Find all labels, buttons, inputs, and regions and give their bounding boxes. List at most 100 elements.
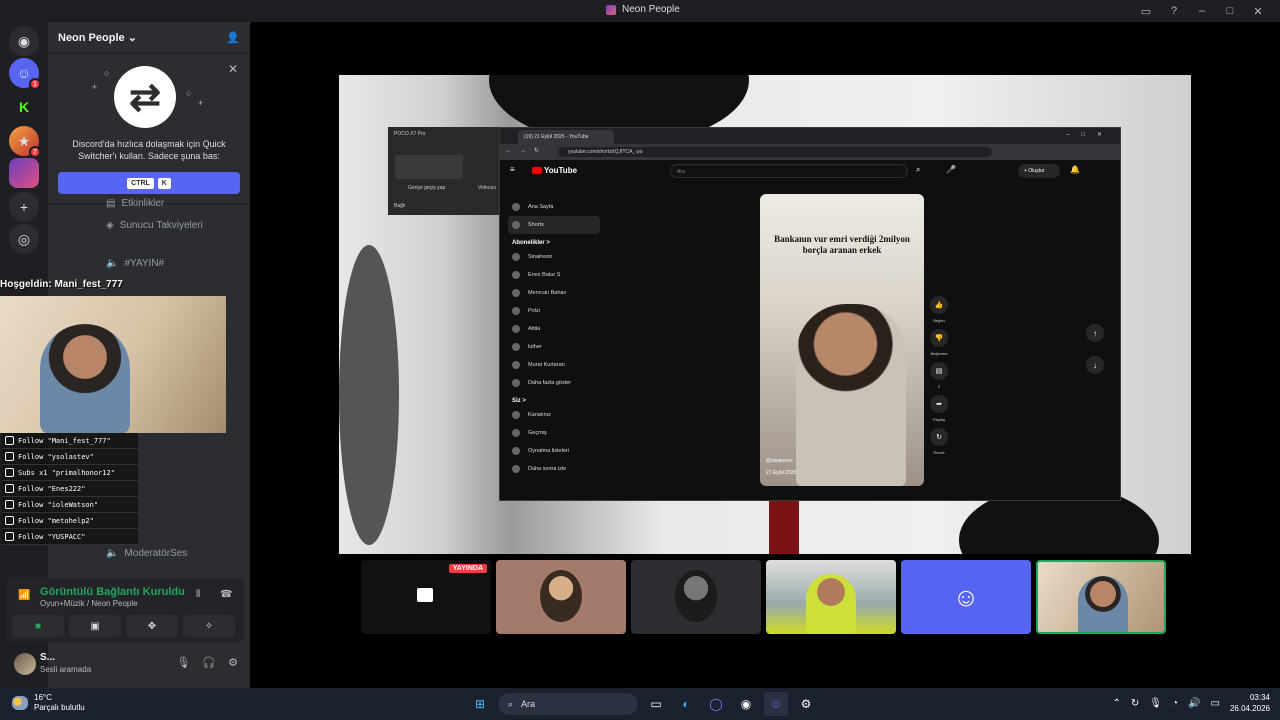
camera-button[interactable]: ■ xyxy=(12,615,64,637)
ink-shape xyxy=(339,245,399,545)
channel-avatar xyxy=(512,289,520,297)
remix-icon[interactable]: ↻ xyxy=(930,428,948,446)
subscription-item[interactable]: Sinaineon xyxy=(508,248,600,266)
voice-status[interactable]: Görüntülü Bağlantı Kuruldu xyxy=(40,586,185,598)
obs-icon[interactable]: ◉ xyxy=(734,692,758,716)
explore-icon[interactable]: ◎ xyxy=(9,224,39,254)
menu-icon[interactable]: ≡ xyxy=(510,165,515,174)
file-explorer-icon[interactable]: ▭ xyxy=(644,692,668,716)
participant-tile[interactable] xyxy=(766,560,896,634)
soundboard-button[interactable]: ✧ xyxy=(183,615,235,637)
screen-share-view[interactable]: POCO X7 Pro Geriye geçiş yap Videoyu Bağ… xyxy=(339,75,1191,554)
short-video-player[interactable]: Bankanın vur emri verdiği 2milyon borçla… xyxy=(760,194,924,486)
steam-icon[interactable]: ⚙ xyxy=(794,692,818,716)
like-icon[interactable]: 👍 xyxy=(930,296,948,314)
share-icon[interactable]: ➦ xyxy=(930,395,948,413)
sidebar-item-shorts[interactable]: Shorts xyxy=(508,216,600,234)
participant-tile-stream[interactable]: YAYINDA xyxy=(361,560,491,634)
nav-arrows-icon[interactable]: ←→↻ xyxy=(506,147,547,154)
tab-bar: (16) 21 Eylül 2025 - YouTube –□✕ xyxy=(500,128,1120,144)
chevron-down-icon: ⌄ xyxy=(127,32,137,44)
server-icon-2[interactable]: ★ 7 xyxy=(9,126,41,158)
participant-camera xyxy=(806,574,856,634)
search-icon[interactable]: ⌕ xyxy=(916,165,920,175)
you-header[interactable]: Siz > xyxy=(508,392,600,406)
disconnect-icon[interactable]: ☎ xyxy=(220,589,232,600)
weather-widget[interactable]: 16°C Parçalı bulutlu xyxy=(12,693,85,713)
follow-alert: Subs x1 "primalhonor12" xyxy=(2,465,138,481)
discord-taskbar-icon[interactable]: ☺ xyxy=(764,692,788,716)
microphone-icon[interactable]: 🎙 xyxy=(176,656,190,669)
kick-server-icon[interactable]: K xyxy=(9,92,39,122)
dislike-icon[interactable]: 👎 xyxy=(930,329,948,347)
search-input[interactable]: Ara xyxy=(670,164,908,178)
noise-suppression-icon[interactable]: ⫴ xyxy=(196,589,200,600)
volume-icon[interactable]: 🔊 xyxy=(1188,698,1200,709)
sidebar-item-home[interactable]: Ana Sayfa xyxy=(508,198,600,216)
subscription-item[interactable]: Attila xyxy=(508,320,600,338)
participant-tile[interactable] xyxy=(631,560,761,634)
bell-icon[interactable]: 🔔 xyxy=(1070,165,1080,174)
invite-icon[interactable]: 👤 xyxy=(226,31,240,44)
subscription-item[interactable]: Mervcan Bahav xyxy=(508,284,600,302)
close-button[interactable]: ✕ xyxy=(1244,2,1272,20)
heart-icon xyxy=(5,532,14,541)
minimize-button[interactable]: – xyxy=(1188,2,1216,20)
youtube-logo[interactable]: YouTube xyxy=(532,166,577,175)
channel-avatar xyxy=(512,325,520,333)
close-icon[interactable]: ✕ xyxy=(228,62,238,76)
subscription-item[interactable]: Polzi xyxy=(508,302,600,320)
browser-window[interactable]: (16) 21 Eylül 2025 - YouTube –□✕ ←→↻ you… xyxy=(499,127,1121,501)
screen-share-button[interactable]: ▣ xyxy=(69,615,121,637)
phone-mirror-window[interactable]: POCO X7 Pro Geriye geçiş yap Videoyu Bağ… xyxy=(388,127,500,215)
browser-window-controls[interactable]: –□✕ xyxy=(1066,131,1114,138)
settings-gear-icon[interactable]: ⚙ xyxy=(228,656,238,669)
quick-switcher-shortcut[interactable]: CTRL K xyxy=(58,172,240,194)
server-header[interactable]: Neon People ⌄ 👤 xyxy=(48,22,250,54)
browser-tab[interactable]: (16) 21 Eylül 2025 - YouTube xyxy=(518,130,614,144)
sidebar-item-playlists[interactable]: Oynatma listeleri xyxy=(508,442,600,460)
back-button[interactable] xyxy=(395,155,463,179)
server-icon-neon-people[interactable] xyxy=(9,158,39,188)
activities-button[interactable]: ✥ xyxy=(126,615,178,637)
maximize-button[interactable]: □ xyxy=(1216,2,1244,20)
sidebar-item-channel[interactable]: Kanalınız xyxy=(508,406,600,424)
headphones-icon[interactable]: 🎧 xyxy=(202,656,216,669)
arrow-up-icon[interactable]: ↑ xyxy=(1086,324,1104,342)
user-name[interactable]: S... xyxy=(40,652,55,663)
participant-tile[interactable]: ☺ xyxy=(901,560,1031,634)
url-input[interactable]: youtube.com/shorts/rQJfTCA_-po xyxy=(558,147,992,157)
add-server-icon[interactable]: + xyxy=(9,192,39,222)
mic-icon[interactable]: 🎤 xyxy=(946,165,956,174)
participant-tile-speaking[interactable] xyxy=(1036,560,1166,634)
server-icon-1[interactable]: ☺ 1 xyxy=(9,58,41,90)
inbox-icon[interactable]: ▭ xyxy=(1132,2,1160,20)
voice-location[interactable]: Oyun+Müzik / Neon People xyxy=(40,599,138,608)
clock[interactable]: 03:34 26.04.2026 xyxy=(1230,692,1270,714)
taskbar-search[interactable]: ⌕ Ara xyxy=(498,693,638,715)
subscription-item[interactable]: Murat Kurtaran xyxy=(508,356,600,374)
help-icon[interactable]: ? xyxy=(1160,2,1188,20)
chevron-up-icon[interactable]: ⌃ xyxy=(1113,698,1121,709)
microphone-icon[interactable]: 🎙 xyxy=(1149,698,1162,709)
arrow-down-icon[interactable]: ↓ xyxy=(1086,356,1104,374)
sidebar-item-history[interactable]: Geçmiş xyxy=(508,424,600,442)
subscription-item[interactable]: luther xyxy=(508,338,600,356)
heart-icon xyxy=(5,436,14,445)
show-more-button[interactable]: Daha fazla göster xyxy=(508,374,600,392)
subscription-item[interactable]: Enes Batur S xyxy=(508,266,600,284)
app-icon[interactable]: ◯ xyxy=(704,692,728,716)
avatar[interactable] xyxy=(14,653,36,675)
comment-icon[interactable]: ▤ xyxy=(930,362,948,380)
subscriptions-header[interactable]: Abonelikler > xyxy=(508,234,600,248)
start-icon[interactable]: ⊞ xyxy=(468,692,492,716)
sidebar-item-watch-later[interactable]: Daha sonra izle xyxy=(508,460,600,478)
discord-home-icon[interactable]: ◉ xyxy=(9,26,39,56)
create-button[interactable]: + Oluştur xyxy=(1018,164,1060,178)
wifi-icon[interactable]: ◔ xyxy=(1172,698,1178,709)
sync-icon[interactable]: ↻ xyxy=(1131,698,1139,709)
participant-tile[interactable] xyxy=(496,560,626,634)
video-channel[interactable]: @sinaineon xyxy=(766,458,792,464)
battery-icon[interactable]: ▭ xyxy=(1211,698,1220,709)
edge-icon[interactable]: ◐ xyxy=(674,692,698,716)
